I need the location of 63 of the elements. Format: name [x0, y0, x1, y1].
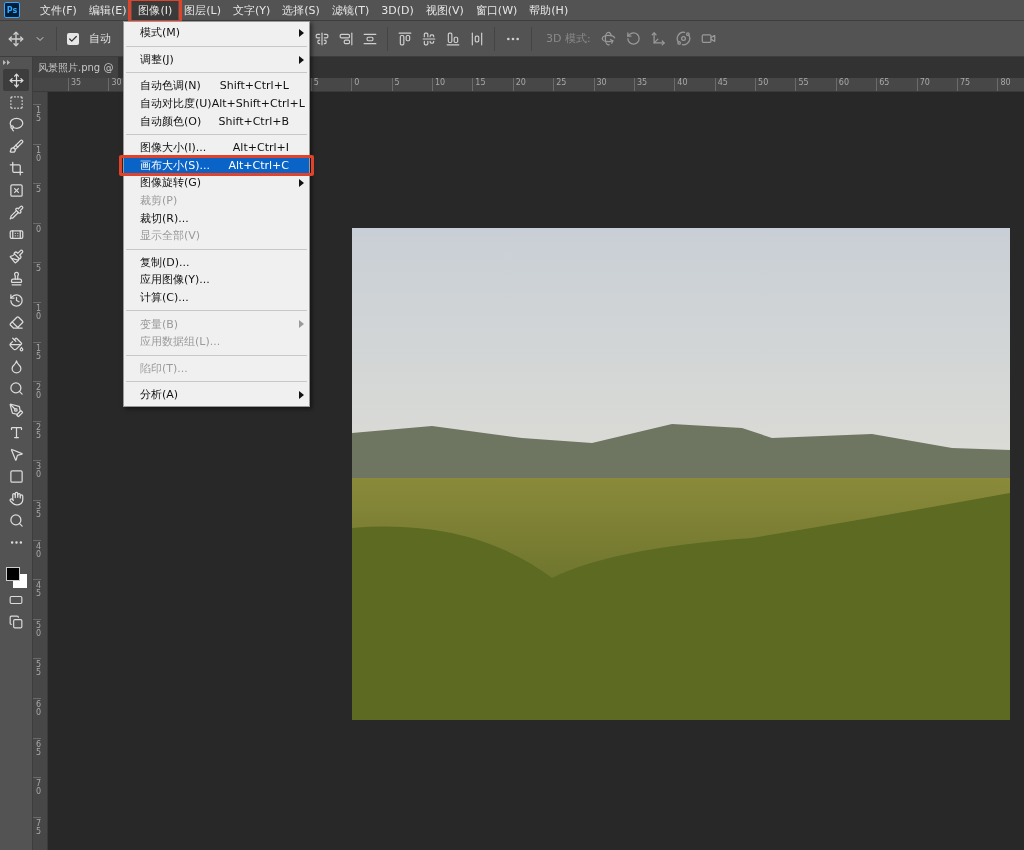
align-middle-icon[interactable] [422, 31, 436, 46]
auto-select-label: 自动 [89, 31, 111, 46]
menu-title[interactable]: 选择(S) [276, 0, 326, 21]
ruler-label: 75 [33, 816, 41, 850]
checkbox[interactable] [67, 32, 79, 45]
menu-item[interactable]: 模式(M) [124, 24, 309, 42]
ruler-label: 5 [33, 262, 41, 302]
menu-item[interactable]: 分析(A) [124, 386, 309, 404]
menu-title[interactable]: 3D(D) [375, 0, 420, 21]
ruler-label: 15 [33, 341, 41, 382]
align-top-icon[interactable] [398, 31, 412, 46]
menu-title[interactable]: 文字(Y) [227, 0, 277, 21]
ruler-label: 55 [33, 658, 41, 698]
submenu-arrow-icon [299, 391, 304, 400]
menu-item[interactable]: 自动颜色(O) Shift+Ctrl+B [124, 112, 309, 130]
ruler-label: 65 [33, 737, 41, 778]
ruler-label: 60 [33, 697, 41, 738]
submenu-arrow-icon [299, 179, 304, 188]
ruler-label: 35 [33, 499, 41, 540]
menu-title[interactable]: 图层(L) [178, 0, 227, 21]
menu-item[interactable]: 自动对比度(U)Alt+Shift+Ctrl+L [124, 94, 309, 113]
menu-item[interactable]: 计算(C)... [124, 288, 309, 307]
ruler-label: 10 [33, 143, 41, 184]
ruler-label: 10 [33, 301, 41, 342]
move-tool-icon[interactable] [3, 69, 29, 91]
ruler-label: 25 [33, 420, 41, 461]
app-logo-icon: Ps [4, 2, 20, 18]
menu-item[interactable]: 图像大小(I)... Alt+Ctrl+I [124, 138, 309, 157]
document-tab[interactable]: 风景照片.png @ [33, 57, 119, 78]
ruler-label: 40 [33, 539, 41, 580]
ruler-label: 45 [33, 579, 41, 619]
align-center-icon[interactable] [315, 31, 329, 46]
ruler-label: 5 [33, 183, 41, 223]
menu-item[interactable]: 调整(J) [124, 50, 309, 69]
menu-title[interactable]: 文件(F) [34, 0, 83, 21]
ruler-label: 0 [33, 222, 41, 263]
ruler-label: 15 [33, 104, 41, 144]
drag-3d-icon[interactable] [650, 31, 666, 46]
menu-title[interactable]: 滤镜(T) [325, 0, 376, 21]
menu-item[interactable]: 裁切(R)... [124, 209, 309, 227]
menu-title[interactable]: 编辑(E) [82, 0, 133, 21]
menu-item[interactable]: 图像旋转(G) [124, 174, 309, 192]
submenu-arrow-icon [299, 320, 304, 329]
submenu-arrow-icon [299, 55, 304, 64]
rotate-3d-icon[interactable] [600, 31, 616, 46]
distribute-icon[interactable] [470, 31, 484, 46]
menu-item[interactable]: 复制(D)... [124, 253, 309, 272]
menu-title[interactable]: 帮助(H) [523, 0, 575, 21]
menu-title[interactable]: 窗口(W) [469, 0, 524, 21]
distribute-icon[interactable] [363, 31, 377, 46]
align-right-icon[interactable] [339, 31, 353, 46]
ruler-label: 30 [33, 460, 41, 500]
move-tool-icon[interactable] [8, 30, 24, 47]
align-bottom-icon[interactable] [446, 31, 460, 46]
ruler-label: 70 [33, 777, 41, 817]
ruler-label: 50 [33, 618, 41, 659]
camera-icon[interactable] [700, 31, 716, 46]
menu-item[interactable]: 应用图像(Y)... [124, 271, 309, 289]
ruler-label: 20 [33, 381, 41, 421]
submenu-arrow-icon [299, 29, 304, 37]
roll-icon[interactable] [625, 31, 641, 46]
collapse-icon[interactable] [3, 60, 11, 65]
menu-title[interactable]: 视图(V) [419, 0, 470, 21]
